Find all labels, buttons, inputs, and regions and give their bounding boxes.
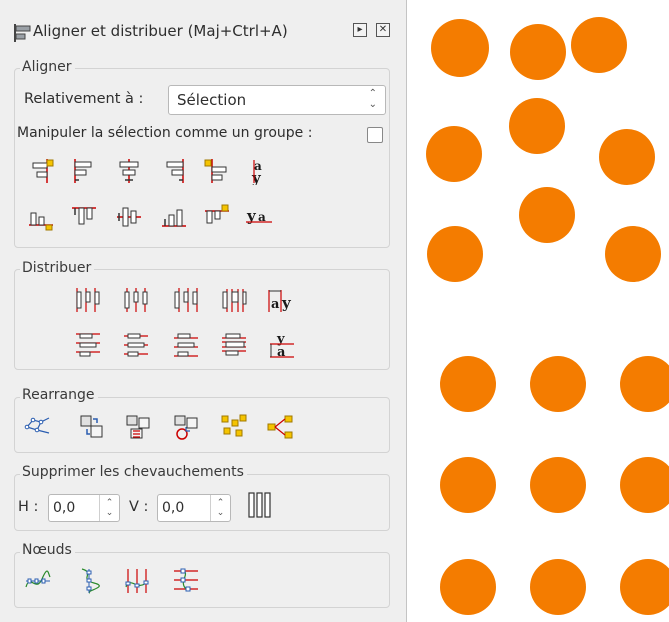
align-baselines-vertical-icon[interactable]: y a: [245, 203, 273, 231]
svg-text:a: a: [277, 345, 286, 358]
relative-to-value: Sélection: [177, 91, 247, 109]
distribute-left-edges-icon[interactable]: [74, 286, 102, 314]
exchange-positions-clockwise-icon[interactable]: [172, 413, 200, 441]
dialog-title: Aligner et distribuer (Maj+Ctrl+A): [33, 22, 288, 40]
align-right-edges-icon[interactable]: [160, 157, 188, 185]
canvas-drawing: [426, 17, 669, 615]
v-gap-value: 0,0: [162, 500, 185, 516]
h-gap-value: 0,0: [53, 500, 76, 516]
circle-shape[interactable]: [620, 457, 669, 513]
circle-shape[interactable]: [427, 226, 483, 282]
align-nodes-vertical-icon[interactable]: [76, 567, 104, 595]
circle-shape[interactable]: [519, 187, 575, 243]
align-top-edges-to-bottom-edge-icon[interactable]: [203, 203, 231, 231]
exchange-positions-stacking-order-icon[interactable]: [124, 413, 152, 441]
relative-to-label: Relativement à :: [24, 91, 144, 107]
distribute-centers-horizontal-icon[interactable]: [122, 286, 150, 314]
circle-shape[interactable]: [426, 126, 482, 182]
h-gap-spinbox[interactable]: 0,0 ⌃ ⌄: [48, 494, 120, 522]
dialog-titlebar: Aligner et distribuer (Maj+Ctrl+A) ▸ ✕: [8, 20, 400, 46]
exchange-positions-selection-order-icon[interactable]: [78, 413, 106, 441]
circle-shape[interactable]: [530, 559, 586, 615]
circle-shape[interactable]: [440, 356, 496, 412]
rearrange-legend: Rearrange: [20, 387, 98, 403]
circle-shape[interactable]: [620, 356, 669, 412]
chevron-updown-icon: ⌃ ⌄: [368, 88, 377, 110]
distribute-right-edges-icon[interactable]: [172, 286, 200, 314]
spin-updown-icon[interactable]: ⌃ ⌄: [99, 495, 119, 521]
h-gap-label: H :: [18, 499, 39, 515]
distribute-baselines-vertical-icon[interactable]: y a: [267, 330, 295, 358]
center-on-vertical-axis-icon[interactable]: [115, 157, 143, 185]
drawing-canvas[interactable]: [408, 0, 669, 622]
close-icon[interactable]: ✕: [376, 23, 390, 37]
circle-shape[interactable]: [440, 559, 496, 615]
dock-toggle-icon[interactable]: ▸: [353, 23, 367, 37]
svg-text:y: y: [281, 294, 292, 312]
center-on-horizontal-axis-icon[interactable]: [115, 203, 143, 231]
rearrange-section: [14, 397, 390, 453]
circle-shape[interactable]: [530, 457, 586, 513]
align-distribute-dialog: Aligner et distribuer (Maj+Ctrl+A) ▸ ✕ A…: [0, 0, 407, 622]
distribute-bottom-edges-icon[interactable]: [172, 330, 200, 358]
align-nodes-horizontal-icon[interactable]: [24, 567, 52, 595]
circle-shape[interactable]: [440, 457, 496, 513]
circle-shape[interactable]: [510, 24, 566, 80]
nodes-legend: Nœuds: [20, 542, 75, 558]
circle-shape[interactable]: [605, 226, 661, 282]
distribute-nodes-vertical-icon[interactable]: [172, 567, 200, 595]
align-legend: Aligner: [20, 59, 75, 75]
circle-shape[interactable]: [599, 129, 655, 185]
distribute-vertical-gaps-icon[interactable]: [220, 330, 248, 358]
align-right-edges-of-objects-to-left-edge-icon[interactable]: [27, 157, 55, 185]
distribute-section: [14, 269, 390, 370]
remove-overlaps-icon[interactable]: [246, 491, 274, 519]
v-gap-spinbox[interactable]: 0,0 ⌃ ⌄: [157, 494, 231, 522]
align-baseline-anchors-horizontal-icon[interactable]: a y: [245, 157, 273, 185]
distribute-baselines-horizontal-icon[interactable]: a y: [267, 286, 295, 314]
svg-text:y: y: [251, 169, 262, 185]
unclump-icon[interactable]: [266, 413, 294, 441]
align-distribute-icon: [14, 24, 31, 42]
svg-text:a: a: [271, 297, 280, 312]
circle-shape[interactable]: [571, 17, 627, 73]
align-left-edges-icon[interactable]: [70, 157, 98, 185]
distribute-horizontal-gaps-icon[interactable]: [220, 286, 248, 314]
distribute-centers-vertical-icon[interactable]: [122, 330, 150, 358]
nodes-section: [14, 552, 390, 608]
align-left-edges-of-objects-to-right-edge-icon[interactable]: [203, 157, 231, 185]
remove-overlaps-legend: Supprimer les chevauchements: [20, 464, 247, 480]
align-bottom-edges-to-top-edge-icon[interactable]: [27, 203, 55, 231]
distribute-nodes-horizontal-icon[interactable]: [124, 567, 152, 595]
align-top-edges-icon[interactable]: [70, 203, 98, 231]
relative-to-select[interactable]: Sélection ⌃ ⌄: [168, 85, 386, 115]
align-bottom-edges-icon[interactable]: [160, 203, 188, 231]
v-gap-label: V :: [129, 499, 149, 515]
circle-shape[interactable]: [620, 559, 669, 615]
circle-shape[interactable]: [530, 356, 586, 412]
spin-updown-icon[interactable]: ⌃ ⌄: [210, 495, 230, 521]
distribute-top-edges-icon[interactable]: [74, 330, 102, 358]
treat-as-group-label: Manipuler la sélection comme un groupe :: [17, 125, 313, 141]
graph-layout-icon[interactable]: [24, 413, 52, 441]
circle-shape[interactable]: [431, 19, 489, 77]
treat-as-group-checkbox[interactable]: [367, 127, 383, 143]
distribute-legend: Distribuer: [20, 260, 95, 276]
randomize-centers-icon[interactable]: [220, 413, 248, 441]
circle-shape[interactable]: [509, 98, 565, 154]
